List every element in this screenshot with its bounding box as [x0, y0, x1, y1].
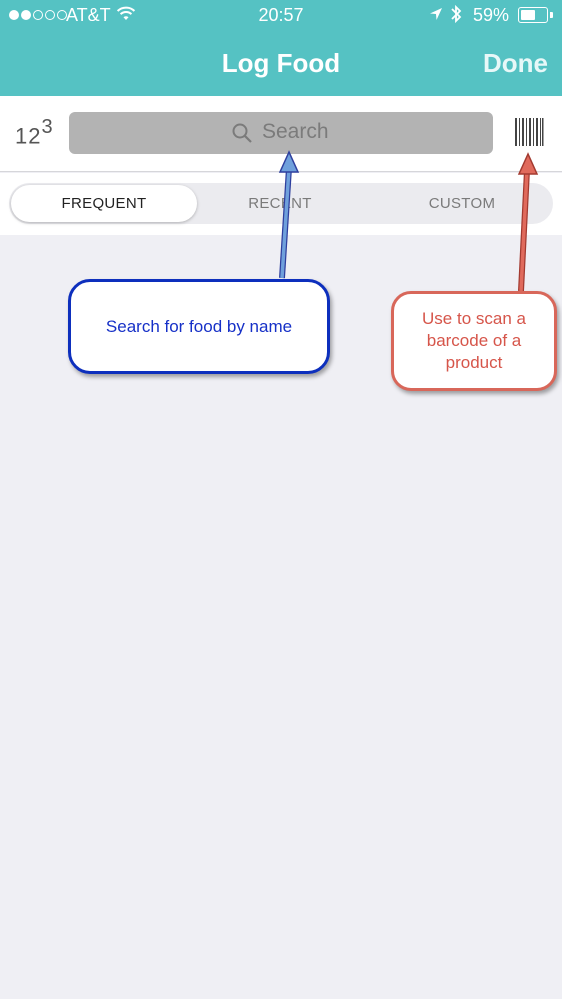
location-arrow-icon	[428, 6, 444, 27]
search-annotation-text: Search for food by name	[105, 316, 293, 336]
battery-tip	[550, 12, 553, 18]
barcode-annotation-callout: Use to scan a barcode of a product	[391, 291, 557, 391]
tab-recent[interactable]: RECENT	[189, 183, 371, 224]
barcode-annotation-text: Use to scan a barcode of a product	[422, 309, 526, 372]
search-placeholder: Search	[262, 120, 329, 143]
page-title: Log Food	[221, 48, 341, 78]
bluetooth-icon	[449, 4, 463, 29]
search-row: 123 Search	[0, 96, 562, 172]
tab-frequent[interactable]: FREQUENT	[11, 185, 197, 222]
battery-percent: 59%	[473, 5, 510, 25]
quick-add-calories-button[interactable]: 123	[15, 116, 54, 149]
battery-level	[520, 9, 535, 20]
numpad-sup: 3	[41, 116, 54, 138]
numpad-base: 12	[15, 123, 42, 149]
status-bar: AT&T 20:57 59%	[0, 0, 562, 32]
tab-custom[interactable]: CUSTOM	[371, 183, 553, 224]
nav-header: AT&T 20:57 59% Log Food Done	[0, 0, 562, 96]
search-icon	[231, 122, 253, 149]
battery-icon	[518, 7, 548, 23]
tab-bar-area: FREQUENT RECENT CUSTOM	[0, 173, 562, 235]
search-input[interactable]: Search	[69, 112, 493, 154]
segmented-control: FREQUENT RECENT CUSTOM	[9, 183, 553, 224]
search-annotation-callout: Search for food by name	[68, 279, 330, 374]
done-button[interactable]: Done	[483, 48, 548, 79]
barcode-scan-button[interactable]	[514, 118, 544, 151]
barcode-icon	[515, 118, 544, 146]
